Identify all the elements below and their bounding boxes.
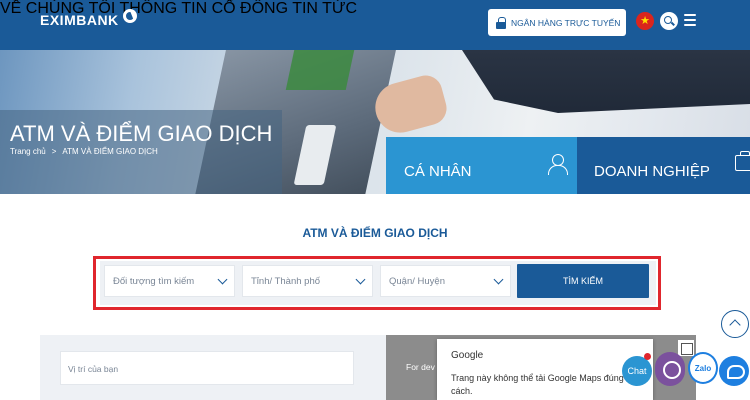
breadcrumb-home[interactable]: Trang chủ (10, 147, 46, 156)
district-select[interactable]: Quận/ Huyện (380, 265, 511, 297)
fullscreen-icon[interactable] (678, 340, 694, 356)
scroll-to-top-button[interactable] (721, 310, 749, 338)
top-header: EXIMBANK VỀ CHÚNG TÔI THÔNG TIN CỔ ĐÔNG … (0, 0, 750, 50)
district-placeholder: Quận/ Huyện (389, 276, 445, 287)
online-banking-label: NGÂN HÀNG TRỰC TUYẾN (511, 17, 621, 28)
tab-personal-label: CÁ NHÂN (404, 163, 472, 180)
search-target-select[interactable]: Đối tượng tìm kiếm (104, 265, 235, 297)
zalo-button[interactable]: Zalo (688, 352, 718, 384)
breadcrumb-current: ATM VÀ ĐIỂM GIAO DỊCH (62, 147, 158, 156)
lock-icon (496, 16, 506, 29)
online-banking-button[interactable]: NGÂN HÀNG TRỰC TUYẾN (488, 9, 626, 36)
google-dialog-message: Trang này không thể tải Google Maps đúng… (451, 373, 624, 396)
province-placeholder: Tỉnh/ Thành phố (251, 276, 321, 287)
tab-business-label: DOANH NGHIỆP (594, 163, 710, 180)
briefcase-icon (735, 151, 750, 171)
hamburger-menu-icon[interactable] (684, 14, 696, 26)
person-icon (548, 154, 568, 175)
nav-news[interactable]: TIN TỨC (292, 0, 357, 17)
nav-shareholder-info[interactable]: THÔNG TIN CỔ ĐÔNG (119, 0, 288, 17)
viber-icon[interactable] (655, 352, 685, 386)
search-button[interactable]: TÌM KIẾM (517, 264, 649, 298)
search-icon[interactable] (660, 12, 678, 30)
google-dialog-title: Google (451, 350, 484, 361)
search-target-placeholder: Đối tượng tìm kiếm (113, 276, 195, 287)
map-dev-text: For dev (406, 362, 435, 372)
province-select[interactable]: Tỉnh/ Thành phố (242, 265, 373, 297)
location-input[interactable]: Vị trí của bạn (60, 351, 354, 385)
logo-text: EXIMBANK (40, 12, 119, 28)
messenger-icon[interactable] (719, 356, 749, 386)
location-placeholder: Vị trí của bạn (68, 364, 119, 374)
page-title: ATM VÀ ĐIỂM GIAO DỊCH (10, 121, 273, 146)
section-title: ATM VÀ ĐIỂM GIAO DỊCH (302, 226, 448, 240)
breadcrumb: Trang chủ > ATM VÀ ĐIỂM GIAO DỊCH (10, 147, 158, 156)
chevron-down-icon (217, 274, 228, 285)
person-suit-image (462, 50, 750, 113)
vietnam-flag-icon[interactable]: ★ (636, 12, 654, 30)
chevron-down-icon (493, 274, 504, 285)
page: EXIMBANK VỀ CHÚNG TÔI THÔNG TIN CỔ ĐÔNG … (0, 0, 750, 400)
notification-badge (644, 353, 651, 360)
google-maps-error-dialog: Google Trang này không thể tải Google Ma… (437, 339, 653, 400)
atm-screen-image (285, 50, 355, 90)
chevron-down-icon (355, 274, 366, 285)
breadcrumb-separator: > (51, 147, 57, 156)
logo-mark-icon (122, 9, 137, 23)
chat-button[interactable]: Chat (622, 356, 652, 386)
eximbank-logo[interactable]: EXIMBANK (40, 9, 137, 28)
